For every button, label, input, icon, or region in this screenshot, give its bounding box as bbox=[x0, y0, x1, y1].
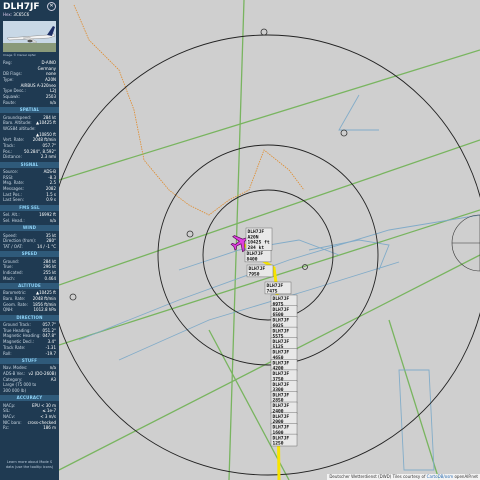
track-label-text: DLH7JF bbox=[273, 307, 290, 313]
info-row-value: 1012.8 hPa bbox=[33, 307, 57, 313]
track-label-text: DLH7JF bbox=[249, 266, 266, 272]
track-label-text: DLH7JF bbox=[273, 371, 290, 377]
info-row: Last Seen: 0.9 s bbox=[0, 197, 59, 203]
track-label-text: DLH7JF bbox=[273, 403, 290, 409]
info-row-value: 186 m bbox=[43, 425, 56, 431]
info-row-label: Mach: bbox=[3, 275, 15, 281]
track-label-text: 7475 bbox=[267, 288, 278, 294]
track-label: DLH7JF7475 bbox=[264, 281, 292, 294]
section-header[interactable]: ALTITUDE bbox=[0, 282, 59, 289]
info-row-label: TAT / OAT: bbox=[3, 243, 23, 249]
hex-value[interactable]: 3C65C6 bbox=[13, 12, 29, 17]
info-row-label: Sel. Head.: bbox=[3, 217, 25, 223]
section-header[interactable]: SIGNAL bbox=[0, 161, 59, 168]
track-label-text: DLH7JF bbox=[273, 318, 290, 324]
section-header[interactable]: SPEED bbox=[0, 251, 59, 258]
info-row: TAT / OAT: 14 / -1 °C bbox=[0, 244, 59, 250]
track-label-text: DLH7JF bbox=[273, 350, 290, 356]
info-row-label: Roll: bbox=[3, 350, 12, 356]
aircraft-label-box: DLH7JFA20N10425 ft284 kt bbox=[245, 227, 273, 251]
info-row: QNH: 1012.8 hPa bbox=[0, 307, 59, 313]
info-row-label: QNH: bbox=[3, 307, 14, 313]
info-row-label: Distance: bbox=[3, 154, 22, 160]
info-row: Distance: 2.3 nmi bbox=[0, 154, 59, 160]
aircraft-label-box-text: DLH7JF bbox=[248, 229, 265, 235]
section-header[interactable]: SPATIAL bbox=[0, 107, 59, 113]
section-header[interactable]: ACCURACY bbox=[0, 395, 59, 402]
info-row-value: 0.9 s bbox=[46, 197, 56, 203]
info-row-value: n/a bbox=[49, 217, 56, 223]
info-row-label: 300 000 lb) bbox=[3, 387, 27, 393]
track-label-text: DLH7JF bbox=[273, 339, 290, 345]
panel-footer: Learn more about Mode S data (use the to… bbox=[0, 460, 59, 480]
hex-label: Hex: bbox=[3, 12, 13, 17]
info-rows: Reg: D-AINO Germany DB Flags: none Type: A20N A… bbox=[0, 60, 59, 431]
map-view[interactable]: DLH7JF 8400 DLH7JF 7950 DLH7JF 7475 DLH7JF 6975… bbox=[59, 0, 480, 480]
info-row-value: 2.3 nmi bbox=[40, 154, 56, 160]
info-row-value: 14 / -1 °C bbox=[36, 243, 56, 249]
info-row-value: n/a bbox=[49, 99, 56, 105]
info-row-value: -19.7 bbox=[45, 350, 56, 356]
info-row-label: Last Seen: bbox=[3, 197, 24, 203]
track-label-text: 8400 bbox=[247, 256, 258, 262]
photo-credit[interactable]: Image © Daniel Apfel bbox=[3, 53, 36, 59]
track-label-text: DLH7JF bbox=[273, 435, 290, 441]
attribution-link[interactable]: CartoDB/osm bbox=[427, 474, 454, 479]
section-header[interactable]: FMS SEL bbox=[0, 204, 59, 211]
info-row: Route: n/a bbox=[0, 100, 59, 106]
info-row-value: 0.464 bbox=[44, 275, 56, 281]
section-header[interactable]: STUFF bbox=[0, 357, 59, 364]
info-row-value: A3 bbox=[50, 376, 56, 382]
section-header[interactable]: DIRECTION bbox=[0, 314, 59, 321]
track-label: DLH7JF1250 bbox=[270, 433, 298, 447]
track-label-text: 1250 bbox=[273, 441, 284, 447]
aircraft-label-box-text: 284 kt bbox=[248, 245, 265, 251]
info-row-label: Type: bbox=[3, 77, 14, 83]
track-label-text: DLH7JF bbox=[273, 360, 290, 366]
track-label-text: DLH7JF bbox=[273, 382, 290, 388]
map-attribution: Deutscher Wetterdienst (DWD) Tiles court… bbox=[327, 474, 480, 480]
track-label-text: DLH7JF bbox=[267, 283, 284, 289]
track-label-text: DLH7JF bbox=[273, 296, 290, 302]
track-label-text: DLH7JF bbox=[273, 328, 290, 334]
info-row: Roll: -19.7 bbox=[0, 351, 59, 357]
track-label-text: DLH7JF bbox=[247, 251, 264, 257]
attribution-suffix: openAIP.net bbox=[454, 474, 478, 479]
aircraft-photo[interactable] bbox=[3, 21, 56, 52]
track-label: DLH7JF7950 bbox=[246, 264, 274, 277]
aircraft-label-box-text: 10425 ft bbox=[248, 240, 270, 246]
info-row-label: Rc: bbox=[3, 425, 10, 431]
attribution-prefix: Deutscher Wetterdienst (DWD) Tiles court… bbox=[329, 474, 426, 479]
info-row-label: Route: bbox=[3, 99, 16, 105]
info-row: Sel. Head.: n/a bbox=[0, 218, 59, 224]
map-canvas[interactable]: DLH7JF8400DLH7JF7950DLH7JF7475DLH7JF6975… bbox=[59, 0, 480, 480]
track-label-text: DLH7JF bbox=[273, 393, 290, 399]
track-label-text: DLH7JF bbox=[273, 414, 290, 420]
info-row: Rc: 186 m bbox=[0, 425, 59, 431]
track-label: DLH7JF8400 bbox=[244, 249, 272, 262]
callsign-title: DLH7JF bbox=[3, 2, 40, 12]
hex-line: Hex: 3C65C6 bbox=[3, 12, 29, 18]
info-row-label: WGS84 altitude: bbox=[3, 125, 36, 131]
track-label-text: 7950 bbox=[249, 271, 260, 277]
track-label-text: DLH7JF bbox=[273, 425, 290, 431]
info-row: Mach: 0.464 bbox=[0, 276, 59, 282]
footer-line-2: data (use the tooltip icons) bbox=[5, 465, 54, 469]
info-row-label: Reg: bbox=[3, 60, 12, 65]
info-row-value: ▲10425 ft bbox=[36, 120, 56, 126]
section-header[interactable]: WIND bbox=[0, 225, 59, 231]
close-icon[interactable]: ✕ bbox=[47, 2, 56, 11]
aircraft-label: DLH7JFA20N10425 ft284 kt bbox=[245, 227, 273, 251]
aircraft-label-box-text: A20N bbox=[248, 234, 259, 240]
info-row: 300 000 lb) bbox=[0, 388, 59, 394]
aircraft-info-panel: DLH7JF Hex: 3C65C6 ✕ Image © Daniel Apfe… bbox=[0, 0, 59, 480]
